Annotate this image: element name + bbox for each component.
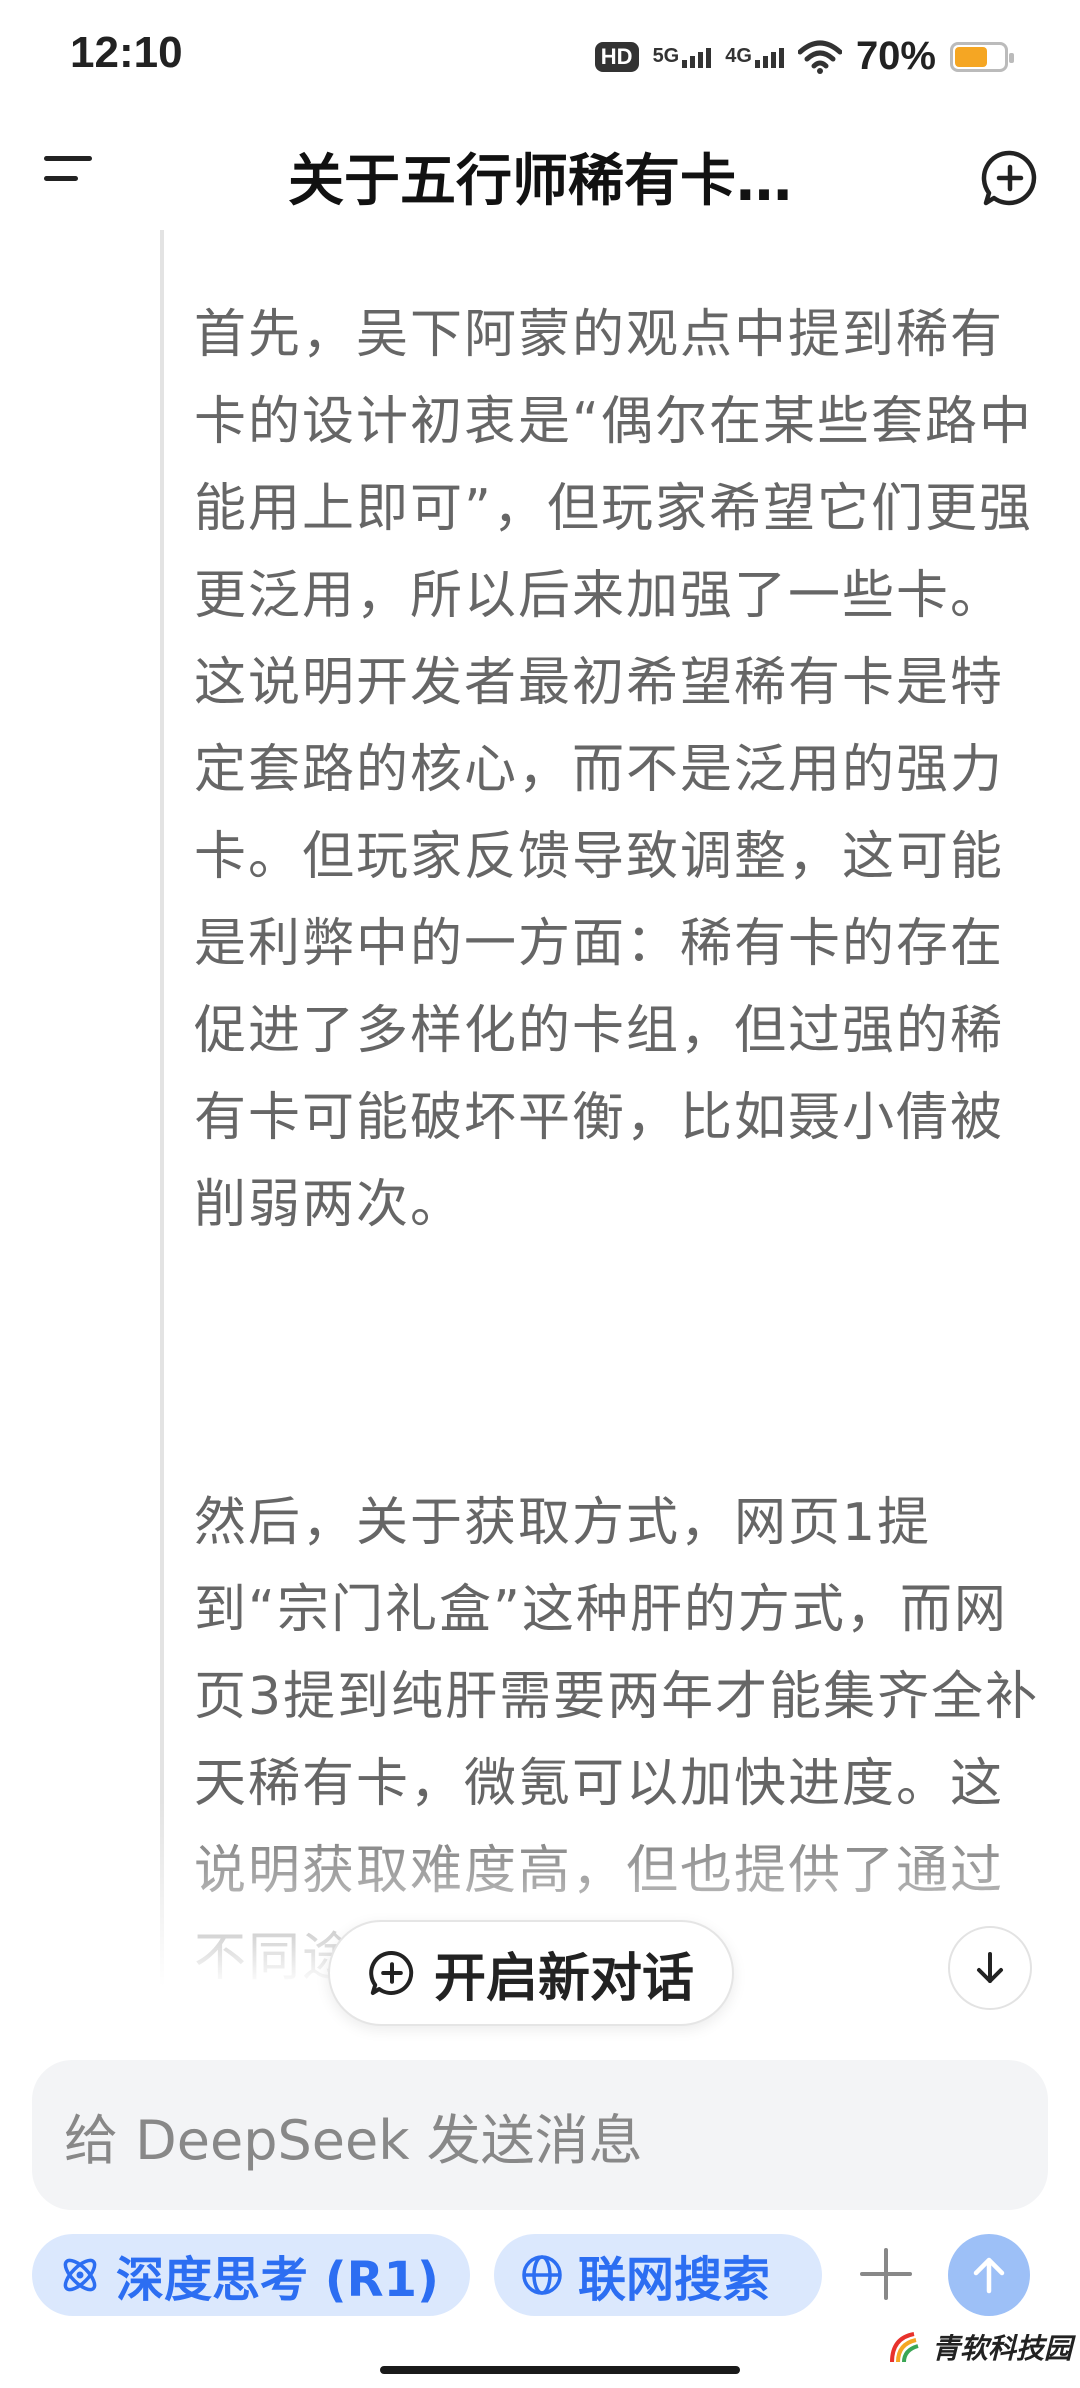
- watermark: 青软科技园: [888, 2322, 1072, 2372]
- message-input[interactable]: 给 DeepSeek 发送消息: [32, 2060, 1048, 2210]
- signal-5g-icon: 5G: [653, 45, 712, 68]
- chat-content[interactable]: 首先，吴下阿蒙的观点中提到稀有卡的设计初衷是“偶尔在某些套路中能用上即可”，但玩…: [0, 230, 1080, 2020]
- send-button[interactable]: [948, 2234, 1030, 2316]
- deep-think-toggle[interactable]: 深度思考 (R1): [32, 2234, 470, 2316]
- signal-4g-icon: 4G: [725, 45, 784, 68]
- hd-voice-icon: HD: [594, 41, 639, 72]
- battery-icon: [950, 41, 1014, 72]
- battery-percent: 70%: [855, 34, 936, 78]
- message-input-placeholder: 给 DeepSeek 发送消息: [64, 2108, 643, 2172]
- status-time: 12:10: [70, 28, 183, 77]
- new-chat-icon: [369, 1950, 414, 1995]
- plus-icon[interactable]: [856, 2244, 916, 2304]
- arrow-up-icon: [973, 2257, 1005, 2294]
- wifi-icon: [797, 40, 842, 74]
- scroll-to-bottom-button[interactable]: [948, 1926, 1032, 2010]
- battery-fill: [955, 46, 988, 67]
- status-bar: 12:10 HD 5G 4G 70%: [0, 0, 1080, 110]
- new-chat-button[interactable]: 开启新对话: [328, 1920, 734, 2026]
- page-title: 关于五行师稀有卡…: [288, 149, 792, 214]
- globe-icon: [522, 2255, 562, 2295]
- deep-think-label: 深度思考 (R1): [116, 2252, 439, 2308]
- thinking-paragraph: 首先，吴下阿蒙的观点中提到稀有卡的设计初衷是“偶尔在某些套路中能用上即可”，但玩…: [194, 305, 1033, 1235]
- new-chat-icon[interactable]: [980, 148, 1040, 208]
- status-icons: HD 5G 4G 70%: [594, 34, 1014, 79]
- watermark-text: 青软科技园: [932, 2332, 1073, 2365]
- web-search-toggle[interactable]: 联网搜索: [494, 2234, 822, 2316]
- chat-header: 关于五行师稀有卡…: [0, 110, 1080, 230]
- atom-icon: [63, 2258, 97, 2292]
- menu-icon[interactable]: [38, 150, 98, 190]
- watermark-logo-icon: [890, 2332, 919, 2363]
- new-chat-label: 开启新对话: [433, 1948, 694, 2009]
- arrow-down-icon: [977, 1952, 1003, 1983]
- web-search-label: 联网搜索: [578, 2252, 771, 2308]
- home-indicator[interactable]: [380, 2366, 740, 2374]
- thinking-divider: [160, 230, 164, 2020]
